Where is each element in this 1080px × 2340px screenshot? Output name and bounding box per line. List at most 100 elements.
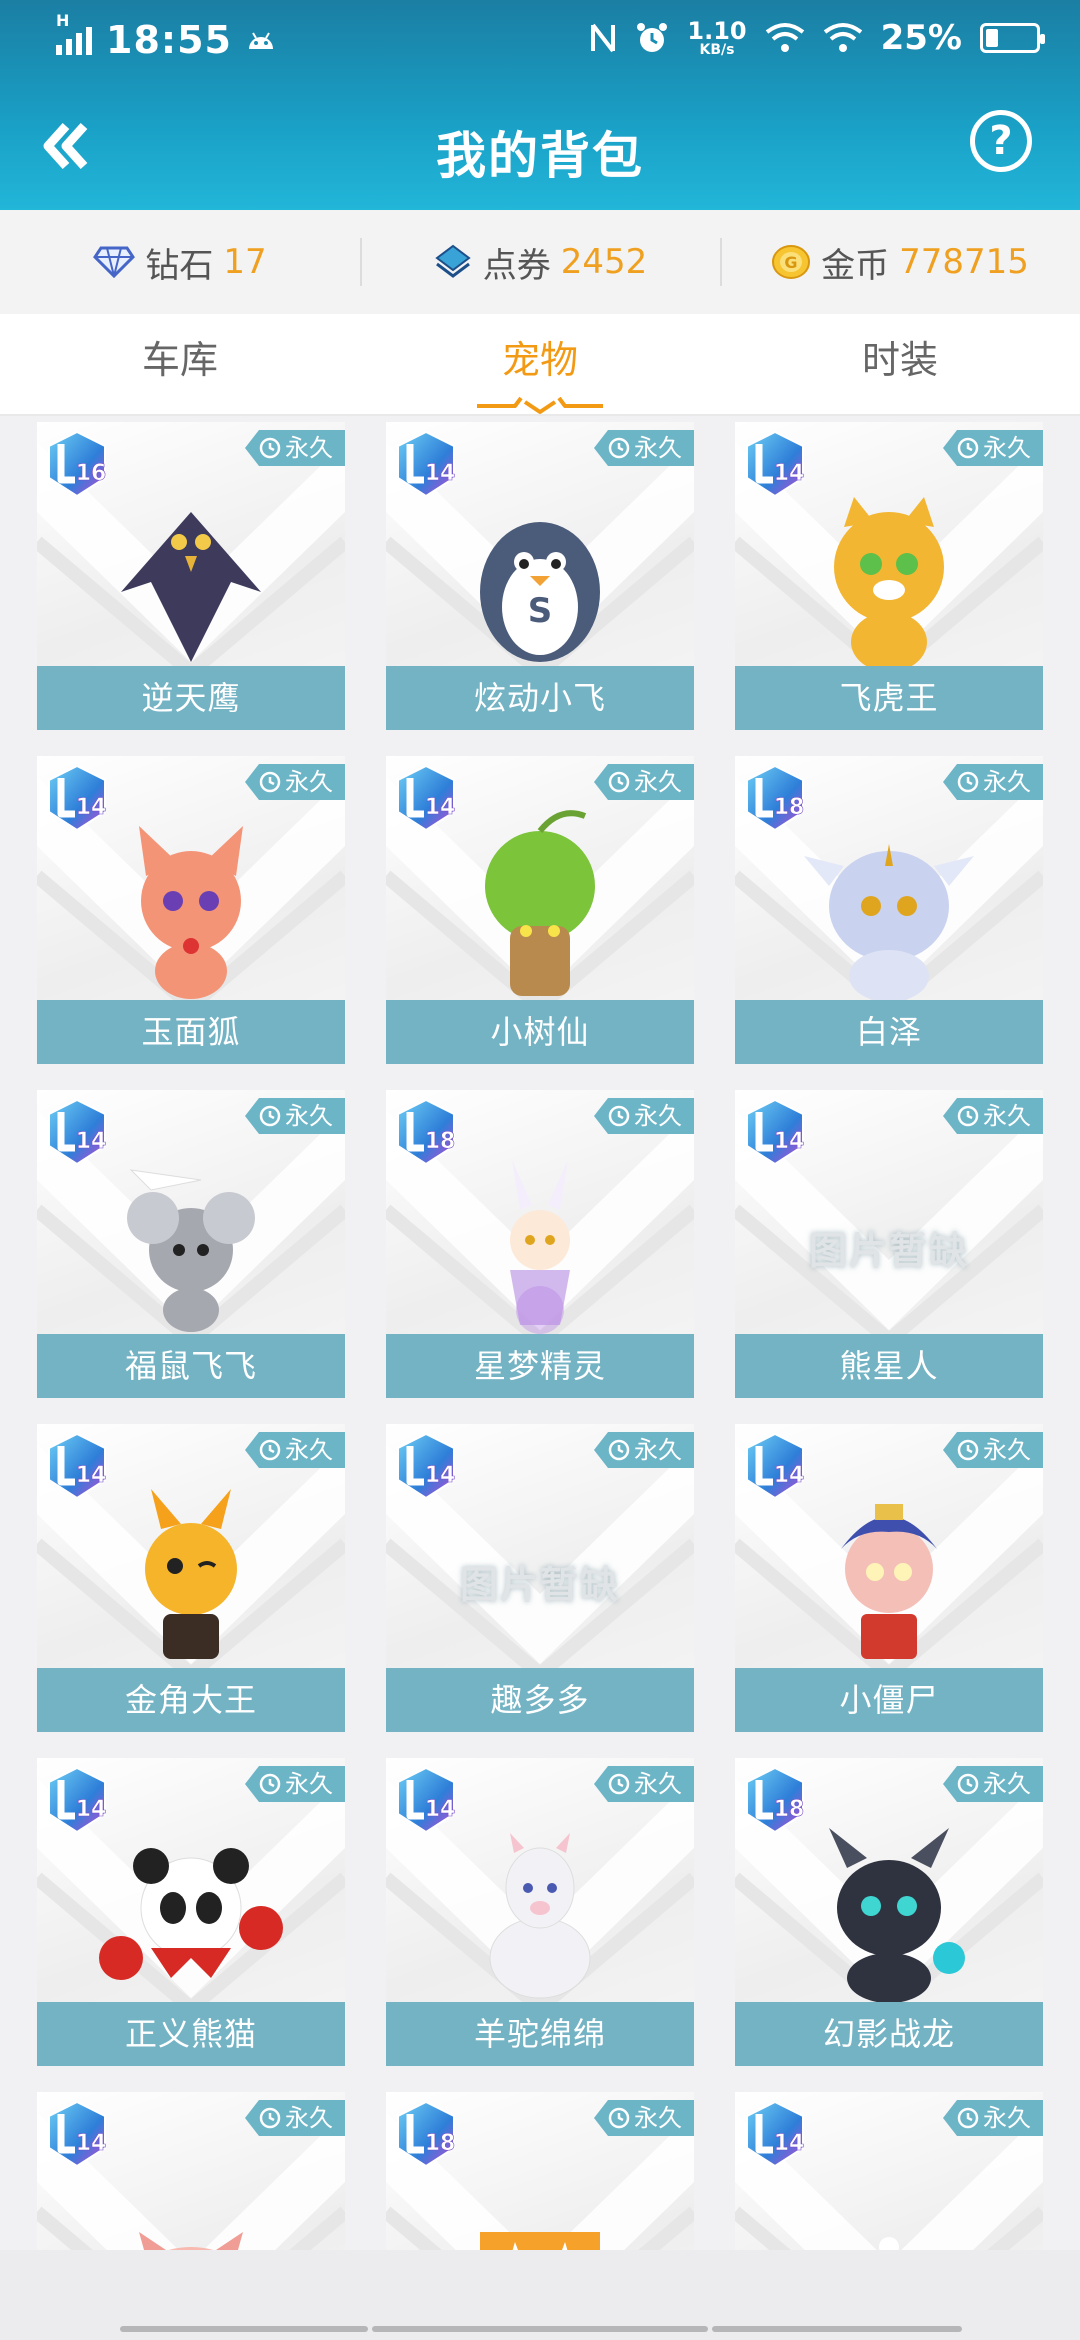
pet-card[interactable]: 图片暂缺 14 永久 趣多多 [386,1424,694,1732]
status-right: 1.10 KB/s 25% [589,18,1045,58]
level-number: 18 [774,1797,805,1822]
permanent-label: 永久 [634,1436,682,1464]
pet-card[interactable]: 14 永久 小树仙 [386,756,694,1064]
pet-name: 羊驼绵绵 [386,2002,694,2066]
pet-card[interactable]: 14 永久 小僵尸 [735,1424,1043,1732]
currency-value: 2452 [560,242,648,282]
tab-fashion[interactable]: 时装 [720,314,1080,414]
clock-icon [608,437,630,459]
permanent-badge: 永久 [594,430,694,466]
pet-card[interactable]: 18 永久 幻影战龙 [735,1758,1043,2066]
level-number: 14 [425,1463,456,1488]
permanent-label: 永久 [634,434,682,462]
clock-icon [259,771,281,793]
permanent-badge: 永久 [594,1098,694,1134]
permanent-badge: 永久 [594,1766,694,1802]
permanent-label: 永久 [983,1102,1031,1130]
currency-label: 金币 [821,245,890,286]
level-badge: 14 [746,430,805,498]
pet-card[interactable]: 14 永久 福鼠飞飞 [37,1090,345,1398]
clock-icon [957,2107,979,2129]
net-speed-unit: KB/s [699,42,735,58]
pet-card[interactable]: 14 永久 [735,2092,1043,2250]
pet-name: 飞虎王 [735,666,1043,730]
level-number: 14 [774,2131,805,2156]
pet-image [829,1828,965,2003]
clock-icon [259,1773,281,1795]
status-bar: H 18:55 1.10 KB/s 25% [0,0,1080,90]
tab-pets[interactable]: 宠物 [360,314,720,414]
permanent-badge: 永久 [245,1432,345,1468]
app-root: H 18:55 1.10 KB/s 25% 我的背包 ? 钻石 17 点券 24… [0,0,1080,2340]
battery-percent: 25% [880,18,962,58]
permanent-label: 永久 [983,1770,1031,1798]
permanent-label: 永久 [634,768,682,796]
pet-card[interactable]: 16 永久 逆天鹰 [37,422,345,730]
pet-card[interactable]: 14 永久 正义熊猫 [37,1758,345,2066]
permanent-label: 永久 [285,1436,333,1464]
help-button[interactable]: ? [970,110,1032,172]
clock-icon [608,1773,630,1795]
permanent-badge: 永久 [943,1766,1043,1802]
svg-text:S: S [528,591,553,631]
page-title: 我的背包 [436,127,644,185]
level-badge: 14 [48,1098,107,1166]
level-badge: 14 [746,1432,805,1500]
pet-card[interactable]: 14 永久 玉面狐 [37,756,345,1064]
level-badge: 14 [48,1766,107,1834]
svg-text:G: G [785,253,798,272]
clock-icon [608,1439,630,1461]
level-number: 14 [425,461,456,486]
android-icon [248,32,273,49]
pet-card[interactable]: 14 永久 飞虎王 [735,422,1043,730]
app-header: H 18:55 1.10 KB/s 25% 我的背包 ? [0,0,1080,210]
status-time: 18:55 [106,18,232,62]
pet-card[interactable]: 图片暂缺 14 永久 熊星人 [735,1090,1043,1398]
pet-image: S [480,522,600,662]
pet-card[interactable]: 14 永久 金角大王 [37,1424,345,1732]
pet-image [139,826,243,999]
pet-image [510,1160,570,1334]
pet-card[interactable]: 18 永久 [386,2092,694,2250]
tab-garage[interactable]: 车库 [0,314,360,414]
level-number: 14 [774,461,805,486]
pet-name: 金角大王 [37,1668,345,1732]
pet-card[interactable]: S 14 永久 炫动小飞 [386,422,694,730]
currency-value: 778715 [899,242,1029,282]
level-number: 14 [774,1129,805,1154]
permanent-label: 永久 [634,1770,682,1798]
level-number: 14 [76,1129,107,1154]
level-number: 14 [76,1797,107,1822]
permanent-label: 永久 [285,768,333,796]
level-badge: 14 [746,2100,805,2168]
pet-image [804,844,974,1002]
tab-label: 时装 [861,338,938,382]
level-badge: 14 [48,764,107,832]
permanent-label: 永久 [285,2104,333,2132]
permanent-label: 永久 [983,1436,1031,1464]
network-type: H [56,11,70,30]
voucher-icon [435,244,471,278]
pet-card[interactable]: 18 永久 星梦精灵 [386,1090,694,1398]
clock-icon [957,771,979,793]
coin-icon: G [772,245,811,279]
pet-name: 玉面狐 [37,1000,345,1064]
pet-name: 福鼠飞飞 [37,1334,345,1398]
permanent-label: 永久 [285,434,333,462]
clock-icon [608,771,630,793]
pet-image [121,512,261,662]
pet-name: 小树仙 [386,1000,694,1064]
pet-card[interactable]: 14 永久 [37,2092,345,2250]
pet-card[interactable]: 18 永久 白泽 [735,756,1043,1064]
battery-icon [980,23,1045,53]
active-tab-indicator [477,396,603,414]
level-badge: 18 [746,764,805,832]
clock-icon [957,1105,979,1127]
level-badge: 14 [397,1432,456,1500]
permanent-badge: 永久 [943,430,1043,466]
level-number: 14 [76,2131,107,2156]
level-badge: 18 [397,2100,456,2168]
pet-name: 小僵尸 [735,1668,1043,1732]
pet-card[interactable]: 14 永久 羊驼绵绵 [386,1758,694,2066]
permanent-badge: 永久 [594,764,694,800]
